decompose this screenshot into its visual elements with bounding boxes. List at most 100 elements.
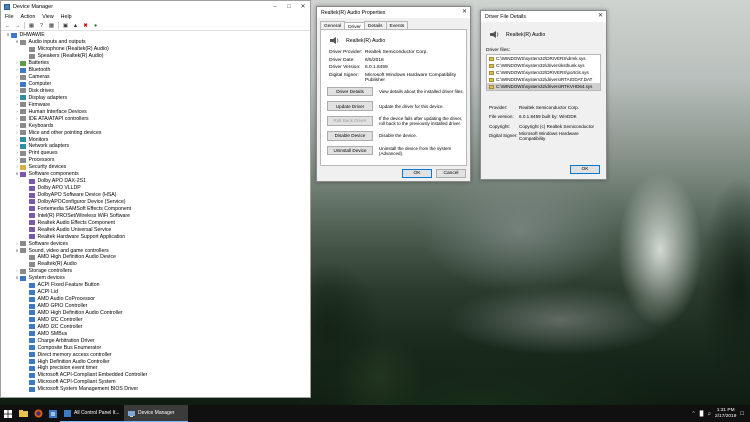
tree-device[interactable]: AMD GPIO Controller	[5, 303, 310, 310]
tree-device[interactable]: AMD I2C Controller	[5, 323, 310, 330]
close-button[interactable]: ✕	[296, 1, 310, 12]
tree-device[interactable]: DolbyAPOConfiguror Device (Service)	[5, 199, 310, 206]
control-panel-small-taskbar-icon[interactable]	[46, 405, 60, 422]
tree-device[interactable]: ACPI Lid	[5, 289, 310, 296]
tree-category[interactable]: ∨ Audio inputs and outputs	[5, 39, 310, 46]
tree-category[interactable]: › Keyboards	[5, 122, 310, 129]
tree-device[interactable]: Dolby APO DAX-2S1	[5, 178, 310, 185]
firefox-taskbar-icon[interactable]	[31, 405, 46, 422]
help-icon[interactable]: ?	[38, 22, 45, 29]
tree-device[interactable]: AMD SMBus	[5, 330, 310, 337]
tree-category[interactable]: ∨ System devices	[5, 275, 310, 282]
menu-view[interactable]: View	[42, 14, 53, 20]
notifications-icon[interactable]: □	[740, 411, 744, 417]
device-tree[interactable]: ∨ DHWAWIE ∨ Audio inputs and outputs Microph…	[1, 32, 310, 397]
taskbar-task-control-panel[interactable]: All Control Panel It...	[60, 405, 124, 422]
tree-category[interactable]: › Display adapters	[5, 94, 310, 101]
clock[interactable]: 1:31 PM 2/17/2019	[715, 408, 736, 419]
tree-device[interactable]: Charge Arbitration Driver	[5, 337, 310, 344]
network-icon[interactable]: █	[700, 411, 704, 417]
menu-action[interactable]: Action	[21, 14, 36, 20]
tree-device[interactable]: Fortemedia SAMSoft Effects Component	[5, 205, 310, 212]
disable-device-button[interactable]: Disable Device	[327, 131, 373, 141]
uninstall-device-button[interactable]: Uninstall Device	[327, 145, 373, 156]
tree-device[interactable]: ACPI Fixed Feature Button	[5, 282, 310, 289]
tree-device[interactable]: Realtek Hardware Support Application	[5, 233, 310, 240]
tree-device[interactable]: Microsoft ACPI-Compliant Embedded Contro…	[5, 372, 310, 379]
close-icon[interactable]: ✕	[462, 8, 467, 15]
tree-device[interactable]: Realtek Audio Effects Component	[5, 219, 310, 226]
tree-device[interactable]: High Definition Audio Controller	[5, 358, 310, 365]
driver-action-row: Driver Details View details about the ins…	[327, 84, 466, 99]
driver-file-item[interactable]: C:\WINDOWS\system32\drivers\RTAIODAT.DAT	[487, 76, 600, 83]
tree-device[interactable]: Realtek Audio Universal Service	[5, 226, 310, 233]
tree-category[interactable]: › Software devices	[5, 240, 310, 247]
cancel-button[interactable]: Cancel	[436, 169, 466, 178]
tree-category[interactable]: › Print queues	[5, 150, 310, 157]
tree-device[interactable]: AMD I2C Controller	[5, 316, 310, 323]
tree-device[interactable]: AMD High Definition Audio Controller	[5, 310, 310, 317]
driver-file-item[interactable]: C:\WINDOWS\system32\drivers\RTKVHD64.sys	[487, 83, 600, 90]
clock-time: 1:31 PM	[716, 408, 735, 413]
properties-icon[interactable]: ▦	[28, 22, 35, 29]
scan-hardware-icon[interactable]: ▣	[62, 22, 69, 29]
tree-category[interactable]: › IDE ATA/ATAPI controllers	[5, 115, 310, 122]
tree-category[interactable]: › Disk drives	[5, 88, 310, 95]
tree-category[interactable]: › Cameras	[5, 74, 310, 81]
volume-icon[interactable]: ♫	[707, 411, 711, 417]
tree-category[interactable]: › Batteries	[5, 60, 310, 67]
driver-file-item[interactable]: C:\WINDOWS\system32\drivers\ksthunk.sys	[487, 62, 600, 69]
tree-device[interactable]: High precision event timer	[5, 365, 310, 372]
menu-help[interactable]: Help	[61, 14, 72, 20]
tree-device[interactable]: Direct memory access controller	[5, 351, 310, 358]
tree-device[interactable]: DolbyAPO Software Device (HSA)	[5, 192, 310, 199]
file-details-titlebar[interactable]: Driver File Details ✕	[481, 11, 606, 22]
tree-category[interactable]: › Human Interface Devices	[5, 108, 310, 115]
close-icon[interactable]: ✕	[598, 12, 603, 19]
menu-file[interactable]: File	[5, 14, 14, 20]
enable-device-icon[interactable]: ●	[92, 22, 99, 29]
tree-category[interactable]: › Network adapters	[5, 143, 310, 150]
update-driver-icon[interactable]: ▲	[72, 22, 79, 29]
tree-root[interactable]: ∨ DHWAWIE	[5, 32, 310, 39]
update-driver-button[interactable]: Update Driver	[327, 101, 373, 111]
maximize-button[interactable]: □	[282, 1, 296, 12]
ok-button[interactable]: OK	[402, 169, 432, 178]
tree-device[interactable]: Dolby APO VLLDP	[5, 185, 310, 192]
taskbar-task-device-manager[interactable]: Device Manager	[124, 405, 188, 422]
file-details-ok-button[interactable]: OK	[570, 165, 600, 174]
tree-device[interactable]: Microsoft ACPI-Compliant System	[5, 379, 310, 386]
driver-files-list[interactable]: C:\WINDOWS\system32\DRIVERS\drmk.sys C:\W…	[486, 54, 601, 91]
device-view-icon[interactable]: ▩	[48, 22, 55, 29]
tree-category[interactable]: › Security devices	[5, 164, 310, 171]
properties-titlebar[interactable]: Realtek(R) Audio Properties ✕	[317, 7, 470, 18]
driver-file-item[interactable]: C:\WINDOWS\system32\DRIVERS\drmk.sys	[487, 55, 600, 62]
tree-category[interactable]: › Mice and other pointing devices	[5, 129, 310, 136]
uninstall-icon[interactable]: ✖	[82, 22, 89, 29]
tree-device[interactable]: AMD Audio CoProcessor	[5, 296, 310, 303]
minimize-button[interactable]: –	[268, 1, 282, 12]
tree-device[interactable]: Realtek(R) Audio	[5, 261, 310, 268]
back-icon[interactable]: ←	[4, 22, 11, 29]
tray-chevron-icon[interactable]: ⌃	[692, 411, 696, 417]
forward-icon[interactable]: →	[14, 22, 21, 29]
tree-category[interactable]: › Monitors	[5, 136, 310, 143]
tree-category[interactable]: › Computer	[5, 81, 310, 88]
file-explorer-taskbar-icon[interactable]	[16, 405, 31, 422]
start-button[interactable]	[0, 405, 16, 422]
tree-category[interactable]: ∨ Sound, video and game controllers	[5, 247, 310, 254]
driver-file-item[interactable]: C:\WINDOWS\system32\DRIVERS\portcls.sys	[487, 69, 600, 76]
tree-device[interactable]: AMD High Definition Audio Device	[5, 254, 310, 261]
tree-category[interactable]: › Processors	[5, 157, 310, 164]
device-manager-titlebar[interactable]: Device Manager – □ ✕	[1, 1, 310, 12]
driver-details-button[interactable]: Driver Details	[327, 86, 373, 97]
tree-category[interactable]: › Storage controllers	[5, 268, 310, 275]
tree-device[interactable]: Composite Bus Enumerator	[5, 344, 310, 351]
tree-category[interactable]: › Bluetooth	[5, 67, 310, 74]
tree-device[interactable]: Microphone (Realtek(R) Audio)	[5, 46, 310, 53]
tree-category[interactable]: ∨ Software components	[5, 171, 310, 178]
tree-category[interactable]: › Firmware	[5, 101, 310, 108]
tree-device[interactable]: Intel(R) PROSet/Wireless WiFi Software	[5, 212, 310, 219]
tree-device[interactable]: Microsoft System Management BIOS Driver	[5, 386, 310, 393]
tree-device[interactable]: Speakers (Realtek(R) Audio)	[5, 53, 310, 60]
